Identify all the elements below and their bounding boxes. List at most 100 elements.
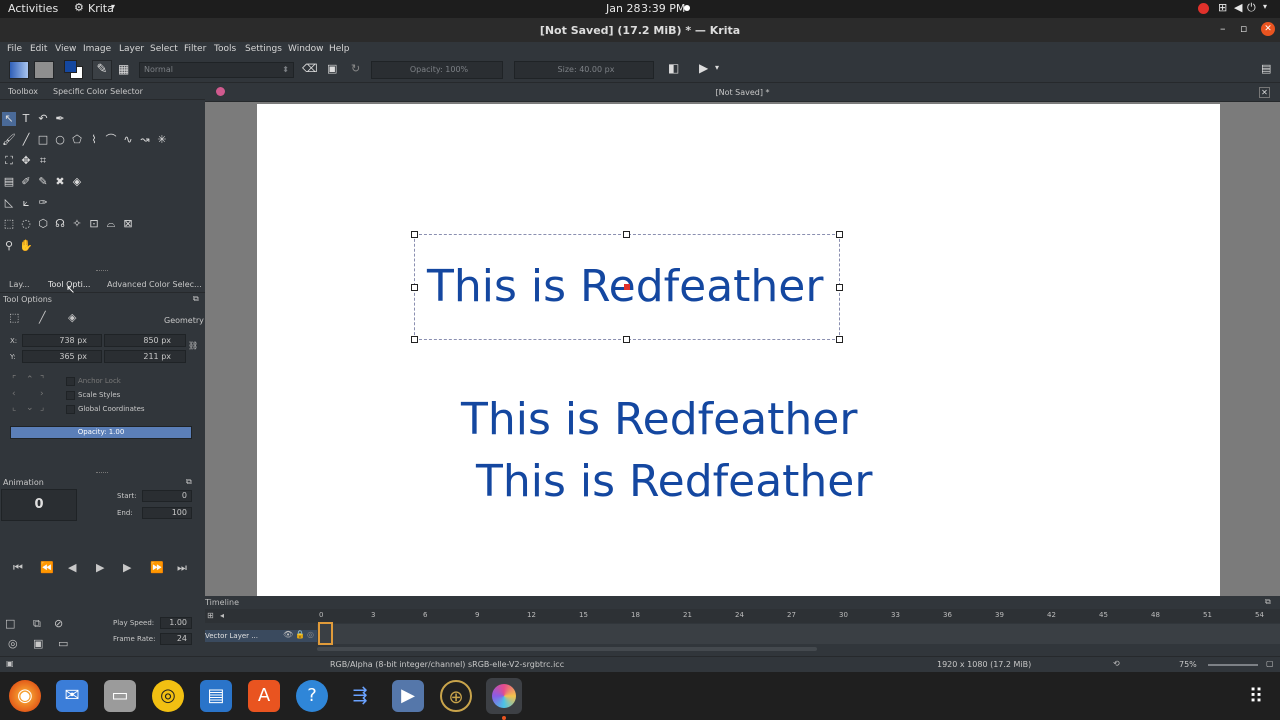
duplicate-keyframe-icon[interactable]: ⧉: [33, 617, 41, 631]
splitter-handle[interactable]: [96, 270, 108, 272]
move-tool-icon[interactable]: ✥: [19, 154, 33, 168]
resize-handle-right[interactable]: [836, 284, 843, 291]
document-tab-label[interactable]: [Not Saved] *: [205, 88, 1280, 97]
opacity-slider[interactable]: Opacity: 100%: [371, 61, 503, 79]
resize-handle-left[interactable]: [411, 284, 418, 291]
anchor-grid[interactable]: ⌜ ⌃ ⌝ ‹ › ⌞ ⌄ ⌟: [11, 375, 51, 415]
animation-float-icon[interactable]: ⧉: [186, 477, 192, 487]
system-menu-chevron-icon[interactable]: ▾: [1263, 2, 1267, 11]
magnetic-select-tool-icon[interactable]: ⊠: [121, 217, 135, 231]
next-frame-icon[interactable]: ▶: [123, 561, 131, 574]
transform-tool-icon[interactable]: ⛶: [2, 154, 16, 168]
show-applications-icon[interactable]: ⠿: [1240, 680, 1272, 712]
anchor-top-right-icon[interactable]: ⌝: [40, 375, 44, 385]
next-keyframe-icon[interactable]: ⏩: [150, 561, 164, 574]
gradient-tool-icon[interactable]: ▤: [2, 175, 16, 189]
height-input[interactable]: 211 px: [104, 350, 186, 363]
app-menu-chevron-icon[interactable]: ▾: [111, 2, 115, 11]
aspect-link-icon[interactable]: ⛓: [188, 341, 198, 350]
volume-icon[interactable]: ◀: [1234, 1, 1242, 14]
resize-handle-bottom[interactable]: [623, 336, 630, 343]
krita-dock-icon[interactable]: [486, 678, 522, 714]
bezier-select-tool-icon[interactable]: ⌓: [104, 217, 118, 231]
mirror-vertical-icon[interactable]: ▶: [699, 61, 708, 75]
rect-select-tool-icon[interactable]: ⬚: [2, 217, 16, 231]
calligraphy-tool-icon[interactable]: ✒: [53, 112, 67, 126]
menu-filter[interactable]: Filter: [184, 44, 206, 54]
close-window-icon[interactable]: ✕: [1261, 22, 1275, 36]
activities-button[interactable]: Activities: [8, 2, 58, 15]
pan-tool-icon[interactable]: ✋: [19, 239, 33, 253]
gradient-preset-button[interactable]: [9, 61, 29, 79]
canvas-page[interactable]: This is Redfeather This is Redfeather Th…: [257, 104, 1220, 596]
x-position-input[interactable]: 738 px: [22, 334, 102, 347]
global-coordinates-checkbox[interactable]: [66, 405, 75, 414]
brush-status-icon[interactable]: ▣: [6, 659, 14, 668]
help-icon[interactable]: ?: [296, 680, 328, 712]
app-menu-label[interactable]: Krita: [88, 2, 114, 15]
lock-icon[interactable]: 🔒: [295, 630, 305, 639]
scale-styles-checkbox[interactable]: [66, 391, 75, 400]
remove-keyframe-icon[interactable]: ⊘: [54, 617, 63, 630]
shape-opacity-slider[interactable]: Opacity: 1.00: [10, 426, 192, 439]
mirror-options-chevron-icon[interactable]: ▾: [715, 63, 719, 72]
selection-mode-icon[interactable]: ⬚: [9, 311, 19, 324]
menu-file[interactable]: File: [7, 44, 22, 54]
audio-settings-icon[interactable]: ◂: [220, 611, 224, 620]
record-indicator-icon[interactable]: [1198, 3, 1209, 14]
compass-app-icon[interactable]: ⊕: [440, 680, 472, 712]
resize-handle-top-left[interactable]: [411, 231, 418, 238]
menu-layer[interactable]: Layer: [119, 44, 144, 54]
video-editor-icon[interactable]: ▶: [392, 680, 424, 712]
brush-preset-icon[interactable]: ✎: [92, 60, 112, 80]
anchor-top-icon[interactable]: ⌃: [26, 375, 34, 385]
play-speed-input[interactable]: 1.00: [160, 617, 192, 629]
drop-frames-icon[interactable]: ▣: [33, 637, 43, 650]
menu-settings[interactable]: Settings: [245, 44, 282, 54]
start-frame-input[interactable]: 0: [142, 490, 192, 502]
polygon-select-tool-icon[interactable]: ⬡: [36, 217, 50, 231]
menu-tools[interactable]: Tools: [214, 44, 236, 54]
play-icon[interactable]: ▶: [96, 561, 104, 574]
stroke-mode-icon[interactable]: ╱: [39, 311, 46, 324]
timeline-scrollbar[interactable]: [317, 647, 817, 651]
previous-frame-icon[interactable]: ◀: [68, 561, 76, 574]
libreoffice-writer-icon[interactable]: ▤: [200, 680, 232, 712]
fill-tool-icon[interactable]: ◈: [70, 175, 84, 189]
tab-specific-color-selector[interactable]: Specific Color Selector: [53, 87, 143, 96]
alpha-lock-icon[interactable]: ▣: [327, 62, 337, 75]
timeline-ruler[interactable]: ⊞ ◂ 0 3 6 9 12 15 18 21 24 27 30 33 36 3…: [205, 609, 1280, 623]
firefox-icon[interactable]: ◉: [9, 680, 41, 712]
blend-mode-select[interactable]: Normal ⬍: [139, 62, 294, 78]
workspace-chooser-icon[interactable]: ▤: [1261, 62, 1271, 75]
tab-advanced-color-selector[interactable]: Advanced Color Selec...: [107, 280, 202, 289]
ellipse-tool-icon[interactable]: ○: [53, 133, 67, 147]
fullscreen-icon[interactable]: ▢: [1266, 659, 1274, 668]
edit-shapes-tool-icon[interactable]: ↶: [36, 112, 50, 126]
timeline-layer-row[interactable]: Vector Layer ... 👁 🔒 ◎: [205, 630, 317, 642]
freehand-select-tool-icon[interactable]: ☊: [53, 217, 67, 231]
software-center-icon[interactable]: A: [248, 680, 280, 712]
tab-layers[interactable]: Lay...: [9, 280, 30, 289]
line-tool-icon[interactable]: ╱: [19, 133, 33, 147]
menu-image[interactable]: Image: [83, 44, 111, 54]
visibility-eye-icon[interactable]: 👁: [283, 630, 293, 639]
menu-edit[interactable]: Edit: [30, 44, 47, 54]
rhythmbox-icon[interactable]: ◎: [152, 680, 184, 712]
contiguous-select-tool-icon[interactable]: ✧: [70, 217, 84, 231]
anchor-bottom-left-icon[interactable]: ⌞: [12, 403, 16, 413]
menu-help[interactable]: Help: [329, 44, 350, 54]
dynamic-brush-tool-icon[interactable]: ↝: [138, 133, 152, 147]
maximize-icon[interactable]: ▫: [1240, 22, 1247, 35]
anchor-bottom-right-icon[interactable]: ⌟: [40, 403, 44, 413]
polyline-tool-icon[interactable]: ⌇: [87, 133, 101, 147]
previous-keyframe-icon[interactable]: ⏪: [40, 561, 54, 574]
timeline-frames-area[interactable]: [317, 624, 1280, 644]
resize-handle-top-right[interactable]: [836, 231, 843, 238]
menu-view[interactable]: View: [55, 44, 76, 54]
workspace-grid-icon[interactable]: ▦: [118, 62, 132, 76]
first-frame-icon[interactable]: ⏮: [13, 561, 23, 575]
end-frame-input[interactable]: 100: [142, 507, 192, 519]
splitter-handle-2[interactable]: [96, 472, 108, 474]
freehand-brush-tool-icon[interactable]: 🖌: [2, 133, 16, 147]
